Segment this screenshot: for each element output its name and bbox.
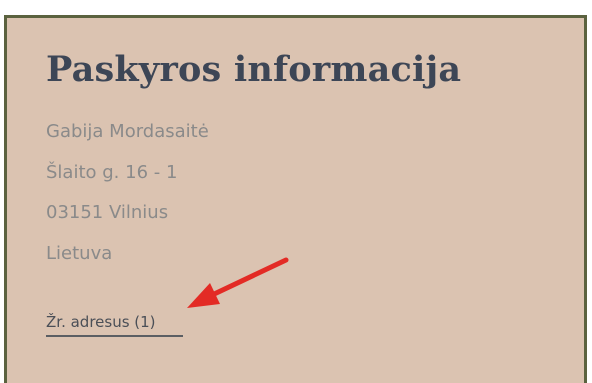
- red-arrow-icon: [187, 257, 289, 308]
